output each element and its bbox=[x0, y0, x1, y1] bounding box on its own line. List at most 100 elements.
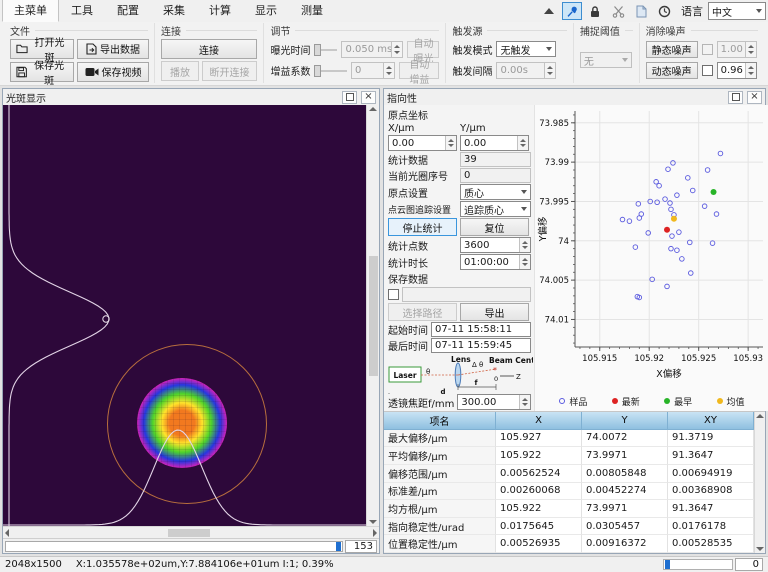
status-slider-indicator[interactable] bbox=[665, 560, 670, 569]
menu-tab-7[interactable]: 测量 bbox=[289, 0, 335, 22]
open-spot-button[interactable]: 打开光斑 bbox=[10, 39, 74, 59]
spinner-arrows-icon[interactable] bbox=[519, 238, 530, 252]
svg-text:Y偏移: Y偏移 bbox=[537, 216, 549, 242]
reset-button[interactable]: 复位 bbox=[460, 218, 529, 236]
svg-text:105.93: 105.93 bbox=[733, 354, 763, 364]
collapse-toolbar-icon[interactable] bbox=[539, 2, 559, 20]
static-noise-checkbox[interactable] bbox=[702, 44, 713, 55]
scatter-point-最早 bbox=[711, 189, 717, 195]
threshold-select[interactable]: 无 bbox=[580, 52, 632, 68]
lock-icon[interactable] bbox=[585, 2, 605, 20]
scatter-point-样品 bbox=[633, 245, 638, 250]
close-panel-icon[interactable]: × bbox=[361, 91, 376, 104]
spinner-arrows-icon[interactable] bbox=[519, 255, 530, 269]
gain-slider-handle[interactable] bbox=[314, 65, 321, 77]
status-slider[interactable]: 0 bbox=[663, 558, 763, 571]
spinner-arrows-icon[interactable] bbox=[519, 395, 530, 409]
origin-y-spinner[interactable]: 0.00 bbox=[460, 135, 529, 151]
restore-panel-icon[interactable] bbox=[728, 91, 743, 104]
exposure-spinner[interactable]: 0.050 ms bbox=[341, 41, 403, 58]
dynamic-noise-button[interactable]: 动态噪声 bbox=[646, 62, 698, 79]
frame-slider[interactable]: 153 bbox=[3, 538, 379, 553]
scroll-up-icon[interactable] bbox=[369, 107, 377, 111]
table-header-1[interactable]: X bbox=[496, 412, 582, 430]
spinner-arrows-icon[interactable] bbox=[383, 63, 394, 78]
origin-setting-select[interactable]: 质心 bbox=[460, 184, 531, 200]
spinner-arrows-icon[interactable] bbox=[391, 42, 402, 57]
tracking-setting-select[interactable]: 追踪质心 bbox=[460, 201, 531, 217]
scroll-down-icon[interactable] bbox=[369, 520, 377, 524]
chevron-down-icon bbox=[622, 58, 628, 62]
stat-duration-spinner[interactable]: 01:00:00 bbox=[460, 254, 531, 270]
save-video-button[interactable]: 保存视频 bbox=[77, 62, 149, 82]
table-header-3[interactable]: XY bbox=[668, 412, 754, 430]
spinner-arrows-icon[interactable] bbox=[445, 136, 456, 150]
menu-tab-1[interactable]: 主菜单 bbox=[2, 0, 59, 22]
exposure-slider[interactable] bbox=[314, 44, 337, 56]
play-button[interactable]: 播放 bbox=[161, 61, 199, 81]
clock-icon[interactable] bbox=[654, 2, 674, 20]
beam-horizontal-scrollbar[interactable] bbox=[3, 526, 379, 538]
dynamic-noise-spinner[interactable]: 0.96 bbox=[717, 62, 757, 79]
auto-gain-button[interactable]: 自动增益 bbox=[399, 62, 439, 79]
spinner-arrows-icon[interactable] bbox=[544, 63, 555, 78]
menu-tab-5[interactable]: 计算 bbox=[197, 0, 243, 22]
scroll-right-icon[interactable] bbox=[373, 529, 377, 537]
static-noise-button[interactable]: 静态噪声 bbox=[646, 41, 698, 58]
group-label-adjust: 调节 bbox=[270, 23, 290, 38]
table-scrollbar[interactable] bbox=[754, 412, 765, 553]
frame-slider-track[interactable] bbox=[5, 541, 343, 552]
table-header-0[interactable]: 项名 bbox=[384, 412, 496, 430]
menubar: 主菜单工具配置采集计算显示测量 语言 中文 bbox=[0, 0, 768, 22]
restore-panel-icon[interactable] bbox=[342, 91, 357, 104]
scroll-left-icon[interactable] bbox=[5, 529, 9, 537]
menu-tab-4[interactable]: 采集 bbox=[151, 0, 197, 22]
menu-tab-6[interactable]: 显示 bbox=[243, 0, 289, 22]
gain-slider[interactable] bbox=[314, 65, 346, 77]
spinner-arrows-icon[interactable] bbox=[517, 136, 528, 150]
status-slider-track[interactable] bbox=[663, 559, 733, 570]
beam-display[interactable] bbox=[3, 105, 366, 526]
language-select[interactable]: 中文 bbox=[708, 2, 766, 20]
end-time-value: 07-11 15:59:45 bbox=[431, 338, 531, 353]
stop-statistics-button[interactable]: 停止统计 bbox=[388, 218, 457, 236]
horizontal-scroll-thumb[interactable] bbox=[168, 529, 210, 537]
frame-slider-indicator[interactable] bbox=[336, 542, 341, 551]
scroll-up-icon[interactable] bbox=[756, 414, 764, 418]
focal-length-spinner[interactable]: 300.00 bbox=[457, 394, 531, 410]
spinner-arrows-icon[interactable] bbox=[745, 42, 756, 57]
pin-icon[interactable] bbox=[562, 2, 582, 20]
save-data-checkbox[interactable] bbox=[388, 289, 399, 300]
menu-tab-3[interactable]: 配置 bbox=[105, 0, 151, 22]
stat-points-spinner[interactable]: 3600 bbox=[460, 237, 531, 253]
origin-x-spinner[interactable]: 0.00 bbox=[388, 135, 457, 151]
table-header-2[interactable]: Y bbox=[582, 412, 668, 430]
legend-marker-icon bbox=[559, 398, 565, 404]
export-data-button[interactable]: 导出数据 bbox=[77, 39, 149, 59]
statusbar: 2048x1500 X:1.035578e+02um,Y:7.884106e+0… bbox=[0, 556, 768, 572]
beam-vertical-scrollbar[interactable] bbox=[366, 105, 379, 526]
scissors-icon[interactable] bbox=[608, 2, 628, 20]
static-noise-spinner[interactable]: 1.00 bbox=[717, 41, 757, 58]
trigger-mode-select[interactable]: 无触发 bbox=[496, 41, 556, 57]
trigger-interval-spinner[interactable]: 0.00s bbox=[496, 62, 556, 79]
choose-path-button[interactable]: 选择路径 bbox=[388, 303, 457, 321]
close-panel-icon[interactable]: × bbox=[747, 91, 762, 104]
spinner-arrows-icon[interactable] bbox=[745, 63, 756, 78]
connect-button[interactable]: 连接 bbox=[161, 39, 257, 59]
scroll-down-icon[interactable] bbox=[756, 547, 764, 551]
y-axis-label: Y/μm bbox=[460, 123, 486, 134]
file-icon[interactable] bbox=[631, 2, 651, 20]
disconnect-button[interactable]: 断开连接 bbox=[202, 61, 257, 81]
exposure-slider-handle[interactable] bbox=[314, 44, 321, 56]
vertical-scroll-thumb[interactable] bbox=[369, 256, 378, 376]
dynamic-noise-checkbox[interactable] bbox=[702, 65, 713, 76]
scatter-point-样品 bbox=[620, 217, 625, 222]
menu-tab-2[interactable]: 工具 bbox=[59, 0, 105, 22]
gain-spinner[interactable]: 0 bbox=[351, 62, 395, 79]
save-spot-button[interactable]: 保存光斑 bbox=[10, 62, 74, 82]
chart-legend: 样品最新最早均值 bbox=[535, 393, 768, 409]
horizontal-profile-curve bbox=[3, 430, 366, 525]
table-cell: 0.00916372 bbox=[582, 535, 668, 553]
export-button[interactable]: 导出 bbox=[460, 303, 529, 321]
